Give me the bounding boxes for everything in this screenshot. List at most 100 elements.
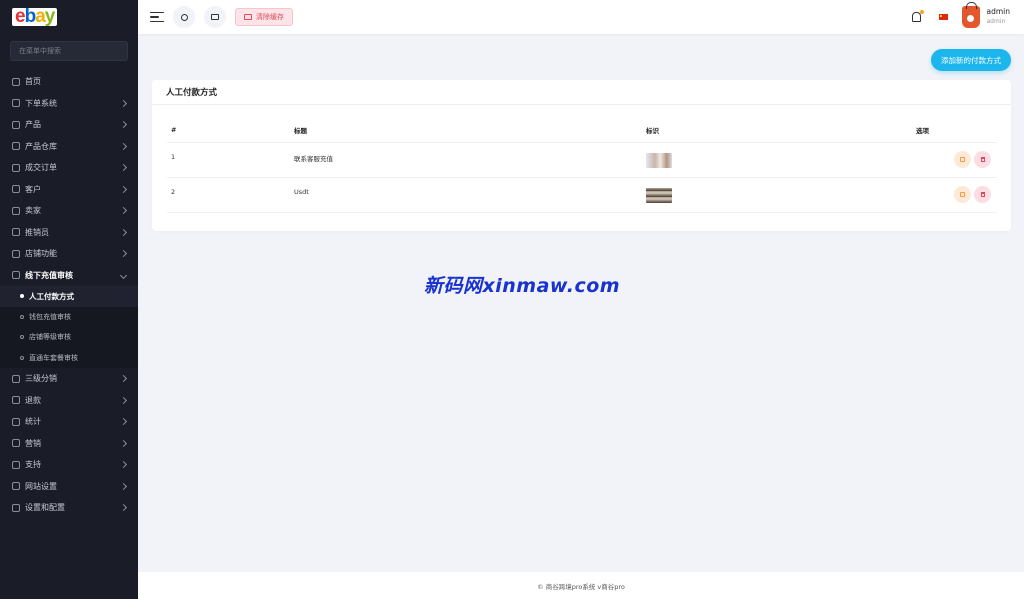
menu-search-input[interactable]: 在菜单中搜索	[10, 41, 128, 61]
notification-dot	[919, 10, 924, 14]
china-flag-icon[interactable]	[938, 14, 948, 20]
sidebar-item-marketing[interactable]: 营销	[0, 433, 138, 455]
sidebar-item-distribution[interactable]: 三级分销	[0, 368, 138, 390]
sidebar: ebay 在菜单中搜索 首页 下单系统 产品 产品仓库 成交订单 客户 卖家 推…	[0, 0, 138, 599]
sidebar-item-refund[interactable]: 退款	[0, 390, 138, 412]
user-name: admin	[986, 7, 1011, 16]
chevron-right-icon	[119, 250, 128, 258]
column-header-index: #	[171, 125, 177, 134]
column-header-logo: 标识	[646, 126, 659, 135]
sidebar-subitem-store-level[interactable]: 店铺等级审核	[0, 327, 138, 348]
sidebar-item-products[interactable]: 产品	[0, 114, 138, 136]
order-icon	[12, 163, 20, 172]
cart-icon	[12, 120, 20, 129]
edit-button[interactable]	[954, 151, 971, 168]
sidebar-item-store-functions[interactable]: 店铺功能	[0, 243, 138, 265]
row-logo	[646, 143, 916, 177]
sidebar-item-settings[interactable]: 设置和配置	[0, 497, 138, 519]
table-row: 1 联系客服充值	[167, 143, 997, 178]
sidebar-item-offline-recharge[interactable]: 线下充值审核	[0, 265, 138, 287]
row-title: 联系客服充值	[294, 155, 333, 163]
footer-copyright: © 商谷跨境pro系统 v商谷pro	[537, 582, 625, 591]
sidebar-item-home[interactable]: 首页	[0, 71, 138, 93]
delete-button[interactable]	[974, 186, 991, 203]
customers-icon	[12, 185, 20, 194]
column-header-options: 选项	[916, 126, 929, 135]
edit-button[interactable]	[954, 186, 971, 203]
chevron-right-icon	[119, 164, 128, 172]
row-index: 1	[171, 153, 176, 161]
chevron-right-icon	[119, 418, 128, 426]
sidebar-item-sellers[interactable]: 卖家	[0, 200, 138, 222]
user-info[interactable]: admin admin	[987, 7, 1011, 27]
sidebar-subitem-express-package[interactable]: 直通车套餐审核	[0, 348, 138, 369]
payment-methods-card: 人工付款方式 # 标题 标识 选项 1 联系客服充值 2 Usdt	[152, 80, 1011, 231]
chevron-right-icon	[119, 228, 128, 236]
globe-icon	[180, 13, 188, 21]
table-header-row: # 标题 标识 选项	[167, 117, 997, 143]
header-right: admin admin	[911, 0, 1024, 34]
printer-button[interactable]	[204, 6, 226, 28]
avatar[interactable]	[961, 2, 980, 28]
chart-icon	[12, 417, 20, 426]
bullet-icon	[20, 335, 24, 340]
row-title: Usdt	[294, 188, 309, 196]
edit-icon	[960, 157, 965, 162]
sidebar-item-orders[interactable]: 成交订单	[0, 157, 138, 179]
support-icon	[12, 460, 20, 469]
refund-icon	[12, 396, 20, 405]
user-role: admin	[986, 18, 1006, 25]
bullet-icon	[20, 294, 24, 299]
chevron-right-icon	[119, 99, 128, 107]
bullet-icon	[20, 314, 24, 319]
warehouse-icon	[12, 142, 20, 151]
chevron-right-icon	[119, 375, 128, 383]
monitor-icon	[12, 482, 20, 491]
clear-cache-button[interactable]: 清除缓存	[235, 8, 293, 26]
add-payment-method-button[interactable]: 添加新的付款方式	[931, 49, 1011, 71]
chevron-right-icon	[119, 504, 128, 512]
chevron-down-icon	[119, 271, 128, 279]
sidebar-item-salesman[interactable]: 推销员	[0, 222, 138, 244]
payment-logo-image	[646, 188, 672, 203]
megaphone-icon	[12, 439, 20, 448]
table-row: 2 Usdt	[167, 178, 997, 213]
sidebar-subitem-wallet-recharge[interactable]: 钱包充值审核	[0, 307, 138, 328]
menu-toggle-icon[interactable]	[150, 11, 164, 23]
row-logo	[646, 178, 916, 212]
link-icon	[12, 374, 20, 383]
footer: © 商谷跨境pro系统 v商谷pro	[138, 572, 1024, 599]
row-index: 2	[171, 188, 176, 196]
printer-icon	[211, 14, 219, 20]
column-header-title: 标题	[294, 126, 307, 135]
chevron-right-icon	[119, 121, 128, 129]
chevron-right-icon	[119, 396, 128, 404]
payment-methods-table: # 标题 标识 选项 1 联系客服充值 2 Usdt	[167, 117, 997, 213]
seller-icon	[12, 206, 20, 215]
top-header: 清除缓存 admin admin	[138, 0, 1024, 34]
chevron-right-icon	[119, 207, 128, 215]
chevron-right-icon	[119, 142, 128, 150]
sidebar-item-order-system[interactable]: 下单系统	[0, 93, 138, 115]
watermark-text: 新码网xinmaw.com	[424, 275, 621, 297]
sidebar-item-support[interactable]: 支持	[0, 454, 138, 476]
store-icon	[12, 249, 20, 258]
trash-icon	[980, 157, 985, 162]
sidebar-item-statistics[interactable]: 统计	[0, 411, 138, 433]
card-title: 人工付款方式	[166, 88, 218, 98]
bell-icon[interactable]	[911, 10, 924, 22]
chevron-right-icon	[119, 482, 128, 490]
delete-button[interactable]	[974, 151, 991, 168]
sidebar-item-warehouse[interactable]: 产品仓库	[0, 136, 138, 158]
sidebar-item-website-settings[interactable]: 网站设置	[0, 476, 138, 498]
tag-icon	[12, 99, 20, 108]
globe-button[interactable]	[173, 6, 195, 28]
home-icon	[12, 77, 20, 86]
chevron-right-icon	[119, 185, 128, 193]
payment-logo-image	[646, 153, 672, 168]
sidebar-item-customers[interactable]: 客户	[0, 179, 138, 201]
sidebar-menu: 首页 下单系统 产品 产品仓库 成交订单 客户 卖家 推销员 店铺功能 线下充值…	[0, 71, 138, 519]
sidebar-subitem-manual-payment[interactable]: 人工付款方式	[0, 286, 138, 307]
logo[interactable]: ebay	[0, 0, 138, 34]
chevron-right-icon	[119, 439, 128, 447]
